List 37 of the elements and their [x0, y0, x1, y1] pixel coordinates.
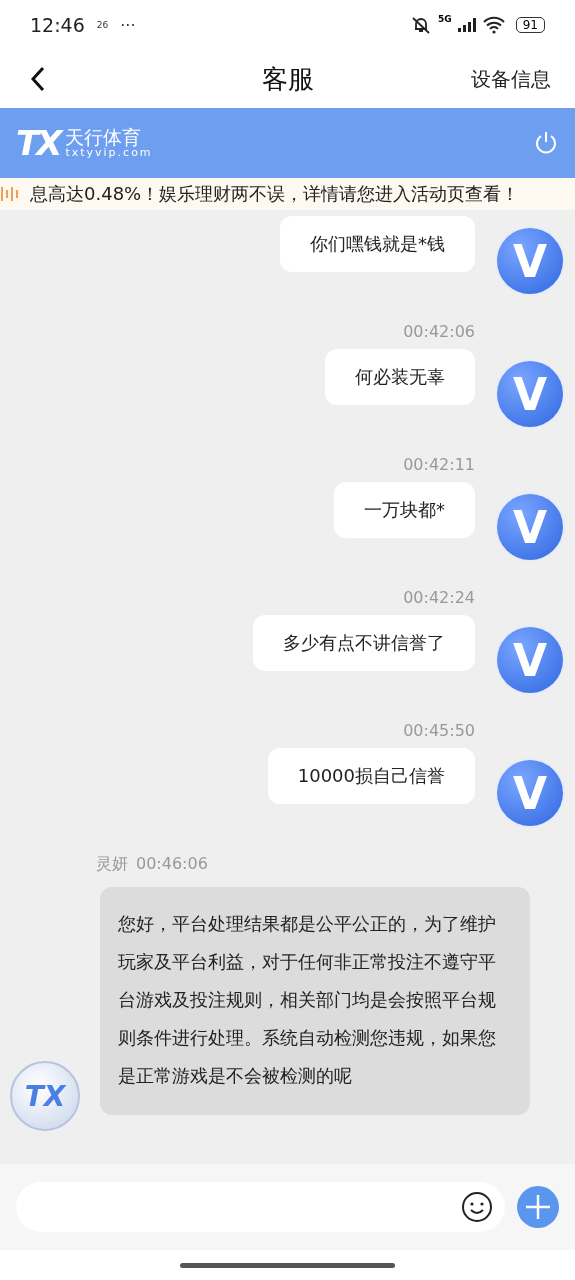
emoji-icon[interactable] — [461, 1191, 493, 1223]
calendar-date-label: 26 — [96, 20, 109, 30]
status-time: 12:46 — [30, 14, 85, 36]
message-bubble: 一万块都* — [334, 482, 475, 538]
message-time: 00:42:06 — [403, 322, 475, 341]
message-time: 00:42:11 — [403, 455, 475, 474]
home-indicator[interactable] — [180, 1262, 395, 1268]
message-bubble: 10000损自己信誉 — [267, 748, 475, 804]
message-bubble: 多少有点不讲信誉了 — [253, 615, 475, 671]
user-avatar: V — [497, 361, 563, 427]
message-bubble: 您好，平台处理结果都是公平公正的，为了维护玩家及平台利益，对于任何非正常投注不遵守平台游戏及投注规则，相关部门均是会按照平台规则条件进行处理。系统自动检测您违规，如果您是正常游戏是不会被检测的呢 — [100, 887, 530, 1115]
message-time: 00:46:06 — [136, 854, 208, 875]
battery-indicator: 91 — [515, 17, 545, 33]
power-icon[interactable] — [533, 130, 559, 156]
message-bubble: 何必装无辜 — [325, 349, 475, 405]
add-button[interactable] — [517, 1186, 559, 1228]
user-avatar: V — [497, 627, 563, 693]
brand-name: 天行体育 — [65, 126, 143, 148]
more-notifications: ··· — [120, 15, 136, 35]
message-input[interactable] — [16, 1182, 505, 1232]
wifi-icon — [481, 16, 506, 34]
sender-name: 灵妍 — [96, 854, 128, 875]
user-avatar: V — [497, 494, 563, 560]
announcement-text: 息高达0.48%！娱乐理财两不误，详情请您进入活动页查看！ — [30, 182, 520, 206]
page-title: 客服 — [260, 62, 315, 96]
message-time: 00:42:24 — [403, 588, 475, 607]
network-label: 5G — [438, 14, 452, 24]
back-icon[interactable] — [30, 66, 46, 92]
user-avatar: V — [497, 760, 563, 826]
agent-avatar: TX — [10, 1061, 80, 1131]
user-avatar: V — [497, 228, 563, 294]
brand-domain: txtyvip.com — [65, 147, 153, 160]
message-time: 00:45:50 — [403, 721, 475, 740]
signal-icon — [457, 18, 476, 32]
brand-logo: TX — [16, 123, 60, 163]
message-bubble: 你们嘿钱就是*钱 — [280, 216, 475, 272]
device-info-link[interactable]: 设备信息 — [471, 65, 551, 93]
